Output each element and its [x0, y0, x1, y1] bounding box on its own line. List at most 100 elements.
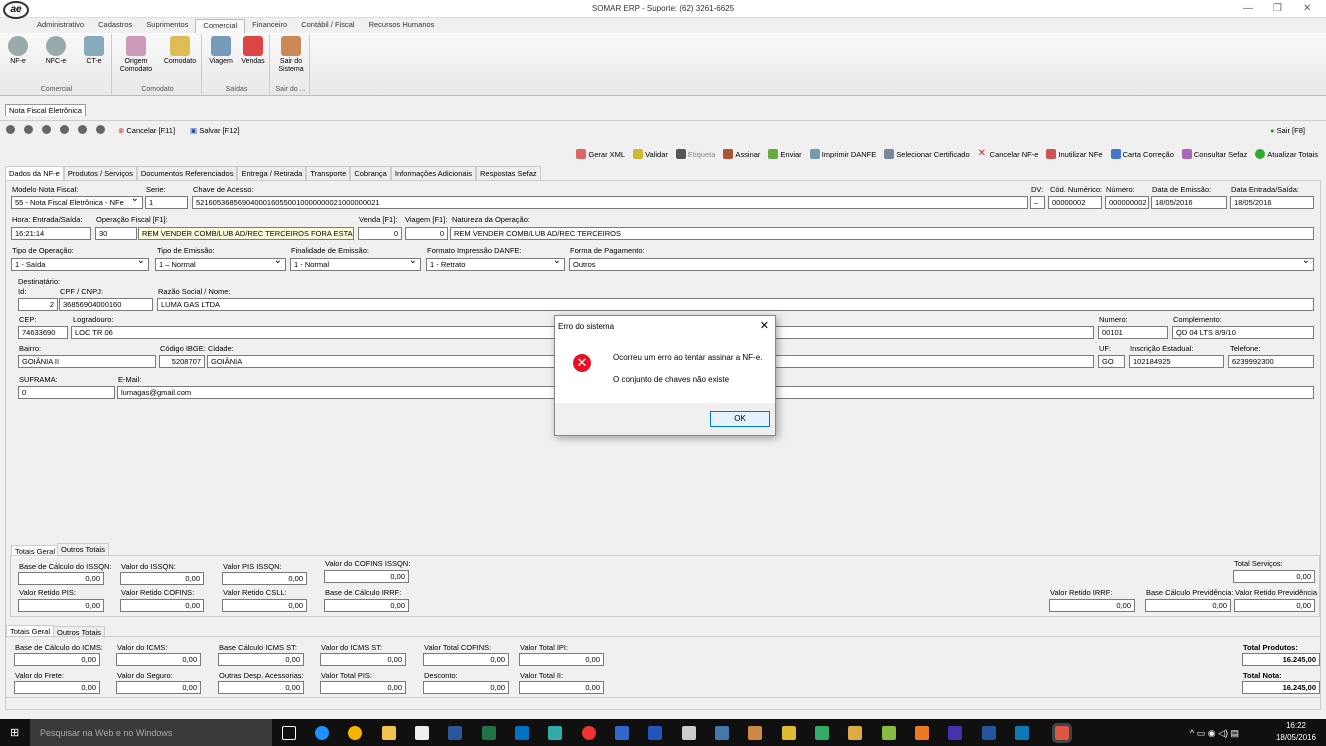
inutilizar-nfe-button[interactable]: Inutilizar NFe	[1046, 149, 1103, 159]
menu-contabil-fiscal[interactable]: Contábil / Fiscal	[294, 19, 361, 33]
chave-field[interactable]: 5216053685690400016055001000000002100000…	[192, 196, 1028, 209]
opfiscal-code[interactable]: 30	[95, 227, 137, 240]
retcofins-field[interactable]: 0,00	[120, 599, 204, 612]
tab-informacoes[interactable]: Informações Adicionais	[390, 166, 476, 180]
numero-end-field[interactable]: 00101	[1098, 326, 1168, 339]
menu-administrativo[interactable]: Administrativo	[30, 19, 91, 33]
gerar-xml-button[interactable]: Gerar XML	[576, 149, 625, 159]
atualizar-totais-button[interactable]: Atualizar Totais	[1255, 149, 1318, 159]
total-pis-field[interactable]: 0,00	[320, 681, 406, 694]
carta-correcao-button[interactable]: Carta Correção	[1110, 149, 1174, 159]
minimize-icon[interactable]: —	[1243, 3, 1253, 14]
cancelar-nfe-button[interactable]: ✕ Cancelar NF-e	[978, 149, 1039, 159]
serie-field[interactable]: 1	[145, 196, 188, 209]
vendas-button[interactable]: Vendas	[238, 36, 268, 66]
final-select[interactable]: 1 - Normal	[290, 258, 421, 271]
store-icon[interactable]	[415, 726, 429, 740]
app-icon-7[interactable]	[782, 726, 796, 740]
consultar-sefaz-button[interactable]: Consultar Sefaz	[1181, 149, 1247, 159]
tab-respostas-sefaz[interactable]: Respostas Sefaz	[475, 166, 541, 180]
opfiscal-field[interactable]: REM VENDER COMB/LUB AD/REC TERCEIROS FOR…	[138, 227, 354, 240]
seguro-field[interactable]: 0,00	[116, 681, 201, 694]
selecionar-certificado-button[interactable]: Selecionar Certificado	[884, 149, 970, 159]
explorer-icon[interactable]	[382, 726, 396, 740]
complemento-field[interactable]: QD 04 LTS 8/9/10	[1172, 326, 1314, 339]
app-icon-12[interactable]	[948, 726, 962, 740]
entrada-date[interactable]: 18/05/2016	[1230, 196, 1314, 209]
nfe-button[interactable]: NF-e	[6, 36, 30, 66]
new-record-icon[interactable]	[78, 125, 87, 134]
prev-record-icon[interactable]	[24, 125, 33, 134]
iss-base-field[interactable]: 0,00	[18, 572, 104, 585]
baseirrf-field[interactable]: 0,00	[324, 599, 409, 612]
total-ii-field[interactable]: 0,00	[519, 681, 604, 694]
iss-cofins-field[interactable]: 0,00	[324, 570, 409, 583]
tab-outros-totais-iss[interactable]: Outros Totais	[57, 543, 110, 555]
word-icon[interactable]	[448, 726, 462, 740]
chrome-icon[interactable]	[348, 726, 362, 740]
cte-button[interactable]: CT-e	[82, 36, 106, 66]
pgto-select[interactable]: Outros	[569, 258, 1314, 271]
retirrf-field[interactable]: 0,00	[1049, 599, 1135, 612]
iss-valor-field[interactable]: 0,00	[120, 572, 204, 585]
ibge-field[interactable]: 5208707	[159, 355, 205, 368]
nfce-button[interactable]: NFC-e	[42, 36, 70, 66]
desconto-field[interactable]: 0,00	[423, 681, 509, 694]
dialog-close-icon[interactable]: ✕	[760, 319, 769, 332]
comodato-button[interactable]: Comodato	[160, 36, 200, 66]
app-icon-5[interactable]	[715, 726, 729, 740]
icms-valst-field[interactable]: 0,00	[320, 653, 406, 666]
close-icon[interactable]: ✕	[1303, 3, 1311, 14]
app-icon-8[interactable]	[815, 726, 829, 740]
save-button[interactable]: ▣ Salvar [F12]	[190, 126, 240, 135]
first-record-icon[interactable]	[6, 125, 15, 134]
tab-documentos[interactable]: Documentos Referenciados	[136, 166, 238, 180]
retcsll-field[interactable]: 0,00	[222, 599, 307, 612]
emissao-date[interactable]: 18/05/2016	[1151, 196, 1227, 209]
icms-valor-field[interactable]: 0,00	[116, 653, 201, 666]
tab-transporte[interactable]: Transporte	[306, 166, 351, 180]
cpf-field[interactable]: 36856904000160	[59, 298, 153, 311]
tipoem-select[interactable]: 1 – Normal	[155, 258, 286, 271]
hora-field[interactable]: 16:21:14	[11, 227, 91, 240]
tab-dados-nfe[interactable]: Dados da NF-e	[5, 166, 64, 180]
servicos-field[interactable]: 0,00	[1233, 570, 1315, 583]
tab-entrega[interactable]: Entrega / Retirada	[237, 166, 307, 180]
codnum-field[interactable]: 00000002	[1048, 196, 1102, 209]
menu-recursos-humanos[interactable]: Recursos Humanos	[362, 19, 442, 33]
baseprev-field[interactable]: 0,00	[1145, 599, 1231, 612]
bairro-field[interactable]: GOIÂNIA II	[18, 355, 156, 368]
total-ipi-field[interactable]: 0,00	[519, 653, 604, 666]
frete-field[interactable]: 0,00	[14, 681, 100, 694]
outras-field[interactable]: 0,00	[218, 681, 304, 694]
app-icon-11[interactable]	[915, 726, 929, 740]
etiqueta-button[interactable]: Etiqueta	[675, 149, 715, 159]
sair-sistema-button[interactable]: Sair do Sistema	[274, 36, 308, 74]
enviar-button[interactable]: Enviar	[768, 149, 802, 159]
tab-cobranca[interactable]: Cobrança	[350, 166, 391, 180]
retpis-field[interactable]: 0,00	[18, 599, 104, 612]
somar-erp-taskbar-icon[interactable]	[1052, 723, 1072, 743]
task-view-icon[interactable]	[282, 726, 296, 740]
razao-field[interactable]: LUMA GAS LTDA	[157, 298, 1314, 311]
tab-nota-fiscal[interactable]: Nota Fiscal Eletrônica	[5, 104, 86, 116]
iss-pis-field[interactable]: 0,00	[222, 572, 307, 585]
ie-field[interactable]: 102184925	[1129, 355, 1224, 368]
calculator-icon[interactable]	[682, 726, 696, 740]
dv-field[interactable]: –	[1030, 196, 1045, 209]
suframa-field[interactable]: 0	[18, 386, 115, 399]
imprimir-danfe-button[interactable]: Imprimir DANFE	[809, 149, 876, 159]
app-icon-13[interactable]	[982, 726, 996, 740]
windows-start-icon[interactable]: ⊞	[10, 726, 19, 739]
natureza-field[interactable]: REM VENDER COMB/LUB AD/REC TERCEIROS	[450, 227, 1314, 240]
app-icon-1[interactable]	[548, 726, 562, 740]
tipoop-select[interactable]: 1 - Saída	[11, 258, 149, 271]
excel-icon[interactable]	[482, 726, 496, 740]
total-produtos-field[interactable]: 16.245,00	[1242, 653, 1320, 666]
icms-basest-field[interactable]: 0,00	[218, 653, 304, 666]
app-icon-14[interactable]	[1015, 726, 1029, 740]
maximize-icon[interactable]: ❐	[1273, 3, 1282, 14]
app-icon-9[interactable]	[848, 726, 862, 740]
total-cofins-field[interactable]: 0,00	[423, 653, 509, 666]
numero-field[interactable]: 000000002	[1105, 196, 1149, 209]
